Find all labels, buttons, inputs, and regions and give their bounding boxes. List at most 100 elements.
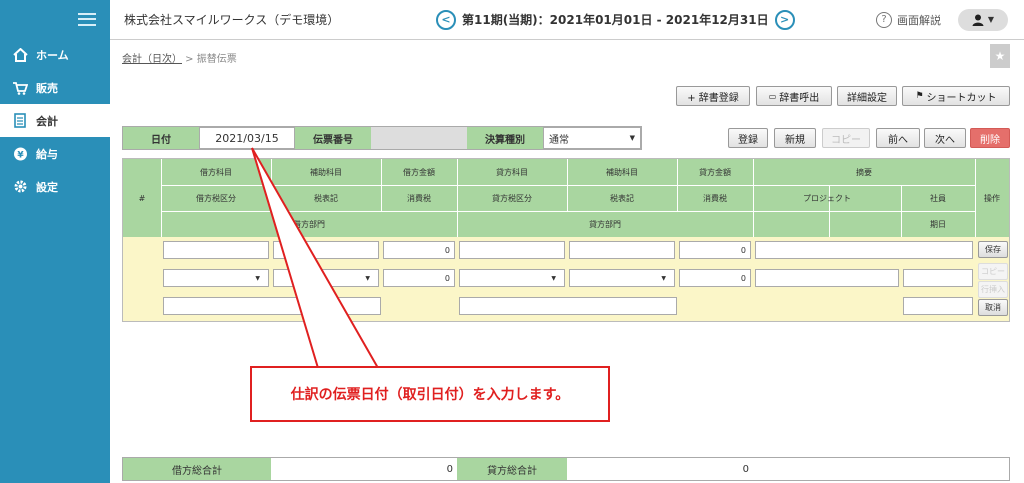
dict-call-label: 辞書呼出 bbox=[779, 92, 820, 104]
help-icon: ? bbox=[876, 11, 892, 28]
row-copy-button[interactable]: コピー bbox=[978, 263, 1008, 280]
prev-label: 前へ bbox=[888, 134, 908, 146]
debit-tax-note-select[interactable]: ▼ bbox=[273, 269, 379, 287]
project-input[interactable] bbox=[755, 269, 899, 287]
caret-down-icon: ▼ bbox=[661, 274, 666, 282]
settlement-type-label: 決算種別 bbox=[467, 127, 543, 149]
credit-total-label: 貸方総合計 bbox=[457, 458, 567, 480]
register-button[interactable]: 登録 bbox=[728, 128, 768, 148]
settlement-type-select[interactable]: 通常 ▼ bbox=[543, 127, 641, 149]
col-credit-dept: 貸方部門 bbox=[589, 219, 621, 229]
col-credit-tax-note: 税表記 bbox=[610, 193, 634, 203]
journal-grid-header: # 借方科目 補助科目 借方金額 借方税区分 税表記 消費税 借方部門 貸方科目… bbox=[123, 159, 1009, 237]
hamburger-menu-icon[interactable] bbox=[78, 12, 96, 26]
home-icon bbox=[12, 47, 28, 63]
user-menu-button[interactable]: ▼ bbox=[958, 8, 1008, 31]
credit-amount-input[interactable]: 0 bbox=[679, 241, 751, 259]
row-save-button[interactable]: 保存 bbox=[978, 241, 1008, 258]
credit-tax-class-select[interactable]: ▼ bbox=[459, 269, 565, 287]
shortcut-button[interactable]: ⚑ ショートカット bbox=[902, 86, 1010, 106]
next-period-button[interactable]: > bbox=[774, 9, 795, 30]
debit-account-input[interactable] bbox=[163, 241, 269, 259]
ledger-icon bbox=[12, 113, 28, 129]
credit-dept-input[interactable] bbox=[459, 297, 677, 315]
user-icon bbox=[972, 14, 984, 26]
date-label: 日付 bbox=[123, 127, 199, 149]
row-cancel-button[interactable]: 取消 bbox=[978, 299, 1008, 316]
prev-period-button[interactable]: < bbox=[436, 9, 456, 30]
caret-down-icon: ▼ bbox=[987, 15, 995, 24]
dict-call-button[interactable]: ▭ 辞書呼出 bbox=[756, 86, 832, 106]
col-debit-tax-note: 税表記 bbox=[314, 193, 338, 203]
col-debit-dept: 借方部門 bbox=[293, 219, 325, 229]
sidebar-item-home[interactable]: ホーム bbox=[0, 38, 110, 71]
col-credit-tax-class: 貸方税区分 bbox=[492, 193, 532, 203]
delete-button[interactable]: 削除 bbox=[970, 128, 1010, 148]
dict-register-button[interactable]: + 辞書登録 bbox=[676, 86, 750, 106]
sidebar-item-label: 販売 bbox=[36, 81, 58, 95]
breadcrumb: 会計（日次） > 振替伝票 bbox=[122, 50, 237, 65]
sidebar-top bbox=[0, 0, 110, 38]
prev-button[interactable]: 前へ bbox=[876, 128, 920, 148]
credit-tax-note-select[interactable]: ▼ bbox=[569, 269, 675, 287]
sidebar-item-label: 設定 bbox=[36, 180, 58, 194]
help-link[interactable]: ? 画面解説 bbox=[876, 11, 941, 28]
col-operation: 操作 bbox=[984, 193, 1000, 203]
col-credit-tax: 消費税 bbox=[703, 193, 727, 203]
sidebar-item-settings[interactable]: 設定 bbox=[0, 170, 110, 203]
favorite-star-icon[interactable]: ★ bbox=[990, 44, 1010, 68]
summary-input[interactable] bbox=[755, 241, 973, 259]
coin-icon: ¥ bbox=[12, 146, 28, 162]
debit-dept-input[interactable] bbox=[163, 297, 381, 315]
new-button[interactable]: 新規 bbox=[774, 128, 816, 148]
fiscal-period-nav: < 第11期(当期)：2021年01月01日 - 2021年12月31日 > bbox=[436, 9, 795, 30]
fiscal-period-label: 第11期(当期)：2021年01月01日 - 2021年12月31日 bbox=[462, 13, 769, 27]
employee-input[interactable] bbox=[903, 269, 973, 287]
sidebar-item-payroll[interactable]: ¥ 給与 bbox=[0, 137, 110, 170]
debit-tax-input[interactable]: 0 bbox=[383, 269, 455, 287]
date-input[interactable]: 2021/03/15 bbox=[199, 127, 295, 149]
callout-text: 仕訳の伝票日付（取引日付）を入力します。 bbox=[290, 387, 570, 403]
copy-button[interactable]: コピー bbox=[822, 128, 870, 148]
credit-sub-input[interactable] bbox=[569, 241, 675, 259]
breadcrumb-current: 振替伝票 bbox=[196, 54, 237, 65]
svg-text:¥: ¥ bbox=[17, 151, 24, 161]
sidebar-item-sales[interactable]: 販売 bbox=[0, 71, 110, 104]
settlement-type-value: 通常 bbox=[549, 134, 569, 146]
detail-settings-button[interactable]: 詳細設定 bbox=[837, 86, 897, 106]
breadcrumb-parent-link[interactable]: 会計（日次） bbox=[122, 54, 182, 65]
caret-down-icon: ▼ bbox=[255, 274, 260, 282]
callout-box: 仕訳の伝票日付（取引日付）を入力します。 bbox=[250, 366, 610, 422]
col-credit-amount: 貸方金額 bbox=[699, 167, 731, 177]
credit-account-input[interactable] bbox=[459, 241, 565, 259]
debit-amount-input[interactable]: 0 bbox=[383, 241, 455, 259]
flag-icon: ⚑ bbox=[915, 91, 924, 101]
col-hash: # bbox=[138, 193, 146, 203]
sidebar: ホーム 販売 会計 ¥ 給与 設定 bbox=[0, 0, 110, 483]
keyboard-icon: ▭ bbox=[768, 91, 777, 101]
caret-down-icon: ▼ bbox=[629, 134, 635, 142]
top-bar: 株式会社スマイルワークス（デモ環境） < 第11期(当期)：2021年01月01… bbox=[110, 0, 1024, 40]
dict-register-label: + 辞書登録 bbox=[687, 92, 739, 104]
row-insert-button[interactable]: 行挿入 bbox=[978, 281, 1008, 298]
company-name: 株式会社スマイルワークス（デモ環境） bbox=[124, 13, 340, 27]
sidebar-item-accounting[interactable]: 会計 bbox=[0, 104, 110, 137]
col-credit-sub: 補助科目 bbox=[606, 167, 638, 177]
voucher-number-label: 伝票番号 bbox=[295, 127, 371, 149]
col-employee: 社員 bbox=[930, 193, 946, 203]
col-summary: 摘要 bbox=[856, 167, 872, 177]
col-project: プロジェクト bbox=[803, 193, 851, 203]
credit-tax-input[interactable]: 0 bbox=[679, 269, 751, 287]
next-button[interactable]: 次へ bbox=[924, 128, 966, 148]
debit-sub-input[interactable] bbox=[273, 241, 379, 259]
next-label: 次へ bbox=[935, 134, 955, 146]
chevron-right-icon: > bbox=[780, 13, 790, 26]
debit-tax-class-select[interactable]: ▼ bbox=[163, 269, 269, 287]
col-credit-account: 貸方科目 bbox=[496, 167, 528, 177]
sidebar-item-label: 給与 bbox=[36, 147, 58, 161]
register-label: 登録 bbox=[738, 134, 758, 146]
due-date-input[interactable] bbox=[903, 297, 973, 315]
debit-total-value: 0 bbox=[446, 463, 453, 475]
copy-label: コピー bbox=[831, 134, 861, 146]
debit-total-label: 借方総合計 bbox=[123, 458, 271, 480]
